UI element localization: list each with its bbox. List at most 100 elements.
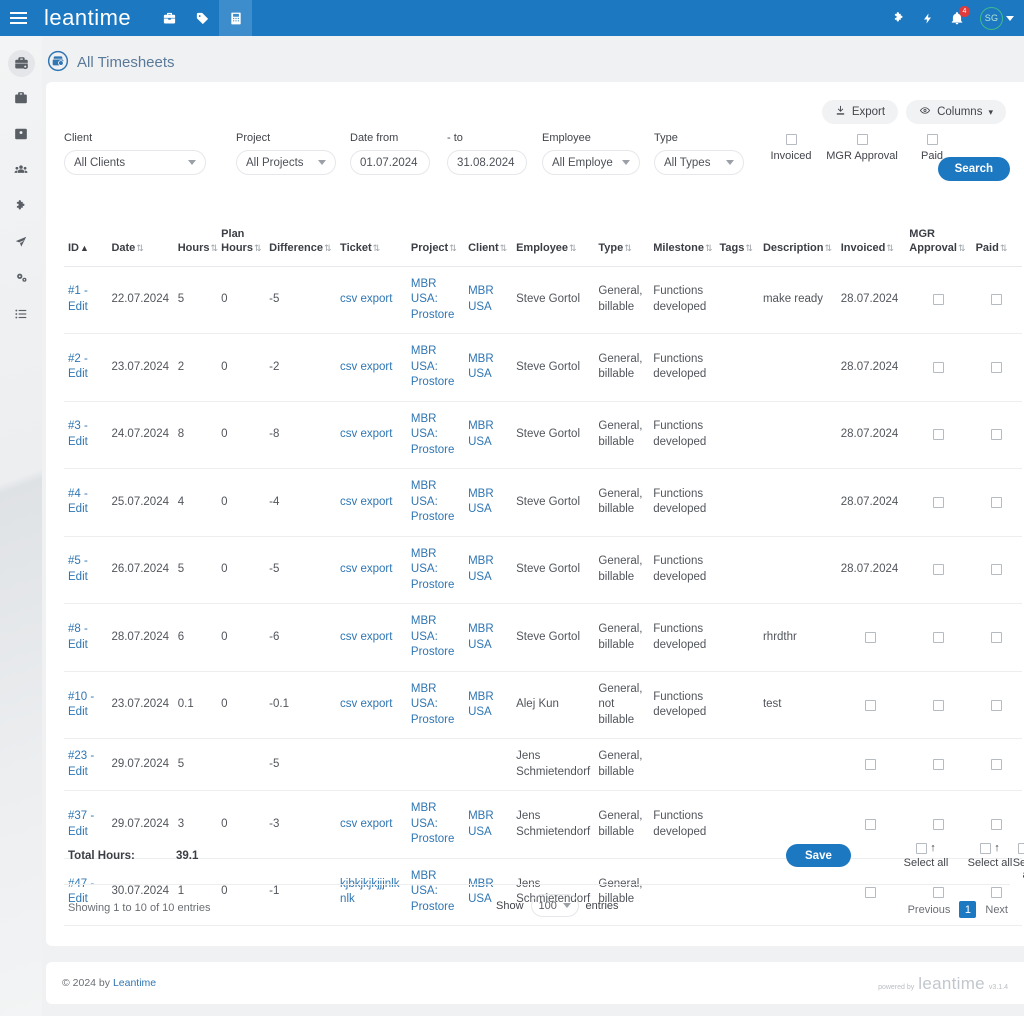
page-size-select[interactable]: 100 bbox=[530, 894, 579, 917]
cell-ticket-link[interactable]: csv export bbox=[340, 293, 392, 305]
cell-client-link[interactable]: MBR USA bbox=[468, 285, 494, 313]
cell-client-link[interactable]: MBR USA bbox=[468, 420, 494, 448]
col-employee[interactable]: Employee⇅ bbox=[512, 222, 595, 267]
timesheet-icon[interactable] bbox=[219, 0, 253, 36]
sidebar-item-users[interactable] bbox=[0, 153, 42, 189]
col-client[interactable]: Client⇅ bbox=[464, 222, 513, 267]
cell-ticket-link[interactable]: csv export bbox=[340, 631, 392, 643]
cell-id-link[interactable]: #5 - Edit bbox=[68, 555, 88, 583]
sidebar-item-lists[interactable] bbox=[0, 297, 42, 333]
date-to-input[interactable]: 31.08.2024 bbox=[447, 150, 527, 175]
paid-checkbox[interactable] bbox=[991, 294, 1003, 306]
project-select[interactable]: All Projects bbox=[236, 150, 336, 175]
cell-client-link[interactable]: MBR USA bbox=[468, 623, 494, 651]
cell-project-link[interactable]: MBR USA: Prostore bbox=[411, 548, 454, 591]
invoiced-checkbox[interactable] bbox=[865, 699, 877, 711]
mgr-approval-checkbox[interactable] bbox=[932, 699, 944, 711]
save-button[interactable]: Save bbox=[786, 844, 851, 867]
select-all-mgr-checkbox[interactable] bbox=[980, 842, 992, 854]
mgr-approval-checkbox[interactable] bbox=[932, 819, 944, 831]
invoiced-checkbox[interactable] bbox=[785, 134, 797, 145]
bolt-icon[interactable] bbox=[922, 11, 934, 26]
mgr-approval-checkbox[interactable] bbox=[932, 294, 944, 306]
col-mgr-approval[interactable]: MGR Approval⇅ bbox=[905, 222, 972, 267]
invoiced-checkbox[interactable] bbox=[865, 759, 877, 771]
paid-checkbox[interactable] bbox=[991, 699, 1003, 711]
cell-ticket-link[interactable]: csv export bbox=[340, 698, 392, 710]
hamburger-menu-icon[interactable] bbox=[0, 0, 36, 36]
cell-id-link[interactable]: #4 - Edit bbox=[68, 488, 88, 516]
cell-ticket-link[interactable]: csv export bbox=[340, 496, 392, 508]
sidebar-item-timesheets[interactable] bbox=[0, 45, 42, 81]
columns-button[interactable]: Columns ▾ bbox=[906, 100, 1006, 124]
client-select[interactable]: All Clients bbox=[64, 150, 206, 175]
export-button[interactable]: Export bbox=[821, 100, 899, 124]
invoiced-checkbox[interactable] bbox=[865, 819, 877, 831]
avatar[interactable]: SG bbox=[980, 6, 1003, 30]
previous-page-button[interactable]: Previous bbox=[908, 904, 951, 916]
bell-icon[interactable]: 4 bbox=[950, 5, 970, 26]
date-from-input[interactable]: 01.07.2024 bbox=[350, 150, 430, 175]
cell-client-link[interactable]: MBR USA bbox=[468, 353, 494, 381]
col-paid[interactable]: Paid⇅ bbox=[971, 222, 1022, 267]
employee-select[interactable]: All Employe bbox=[542, 150, 640, 175]
cell-project-link[interactable]: MBR USA: Prostore bbox=[411, 683, 454, 726]
col-tags[interactable]: Tags⇅ bbox=[715, 222, 759, 267]
cell-ticket-link[interactable]: csv export bbox=[340, 818, 392, 830]
sidebar-item-plugins[interactable] bbox=[0, 189, 42, 225]
paid-checkbox[interactable] bbox=[991, 496, 1003, 508]
paid-checkbox[interactable] bbox=[991, 361, 1003, 373]
cell-client-link[interactable]: MBR USA bbox=[468, 555, 494, 583]
col-difference[interactable]: Difference⇅ bbox=[265, 222, 337, 267]
cell-id-link[interactable]: #2 - Edit bbox=[68, 353, 88, 381]
paid-checkbox[interactable] bbox=[991, 429, 1003, 441]
mgr-approval-checkbox[interactable] bbox=[932, 429, 944, 441]
paid-checkbox[interactable] bbox=[991, 819, 1003, 831]
select-all-paid-checkbox[interactable] bbox=[1018, 842, 1024, 854]
col-ticket[interactable]: Ticket⇅ bbox=[336, 222, 407, 267]
chevron-down-icon[interactable] bbox=[1006, 15, 1014, 21]
invoiced-checkbox[interactable] bbox=[865, 632, 877, 643]
puzzle-icon[interactable] bbox=[892, 11, 906, 25]
col-hours[interactable]: Hours⇅ bbox=[173, 222, 218, 267]
paid-checkbox[interactable] bbox=[926, 134, 938, 145]
sidebar-item-clients[interactable] bbox=[0, 117, 42, 153]
sidebar-item-settings[interactable] bbox=[0, 261, 42, 297]
mgr-approval-checkbox[interactable] bbox=[932, 496, 944, 508]
mgr-approval-checkbox[interactable] bbox=[932, 632, 944, 643]
mgr-approval-checkbox[interactable] bbox=[932, 564, 944, 576]
cell-project-link[interactable]: MBR USA: Prostore bbox=[411, 345, 454, 388]
cell-client-link[interactable]: MBR USA bbox=[468, 691, 494, 719]
cell-project-link[interactable]: MBR USA: Prostore bbox=[411, 480, 454, 523]
cell-ticket-link[interactable]: csv export bbox=[340, 428, 392, 440]
sidebar-item-integrations[interactable] bbox=[0, 225, 42, 261]
tag-icon[interactable] bbox=[186, 0, 219, 36]
select-all-invoiced-checkbox[interactable] bbox=[916, 842, 928, 854]
toolbox-icon[interactable] bbox=[153, 0, 186, 36]
leantime-link[interactable]: Leantime bbox=[113, 977, 156, 989]
cell-project-link[interactable]: MBR USA: Prostore bbox=[411, 413, 454, 456]
mgr-approval-checkbox[interactable] bbox=[856, 134, 868, 145]
cell-project-link[interactable]: MBR USA: Prostore bbox=[411, 615, 454, 658]
type-select[interactable]: All Types bbox=[654, 150, 744, 175]
cell-id-link[interactable]: #23 - Edit bbox=[68, 750, 94, 778]
cell-id-link[interactable]: #8 - Edit bbox=[68, 623, 88, 651]
col-type[interactable]: Type⇅ bbox=[594, 222, 650, 267]
col-plan-hours[interactable]: Plan Hours⇅ bbox=[217, 222, 266, 267]
cell-id-link[interactable]: #10 - Edit bbox=[68, 691, 94, 719]
next-page-button[interactable]: Next bbox=[985, 904, 1008, 916]
sidebar-item-projects[interactable] bbox=[0, 81, 42, 117]
mgr-approval-checkbox[interactable] bbox=[932, 759, 944, 771]
col-description[interactable]: Description⇅ bbox=[758, 222, 837, 267]
page-1-button[interactable]: 1 bbox=[959, 901, 977, 918]
col-project[interactable]: Project⇅ bbox=[406, 222, 465, 267]
col-date[interactable]: Date⇅ bbox=[107, 222, 174, 267]
cell-ticket-link[interactable]: csv export bbox=[340, 361, 392, 373]
col-id[interactable]: ID▲ bbox=[64, 222, 108, 267]
paid-checkbox[interactable] bbox=[991, 564, 1003, 576]
cell-project-link[interactable]: MBR USA: Prostore bbox=[411, 278, 454, 321]
col-invoiced[interactable]: Invoiced⇅ bbox=[836, 222, 906, 267]
paid-checkbox[interactable] bbox=[991, 632, 1003, 643]
col-milestone[interactable]: Milestone⇅ bbox=[649, 222, 716, 267]
search-button[interactable]: Search bbox=[937, 157, 1010, 181]
